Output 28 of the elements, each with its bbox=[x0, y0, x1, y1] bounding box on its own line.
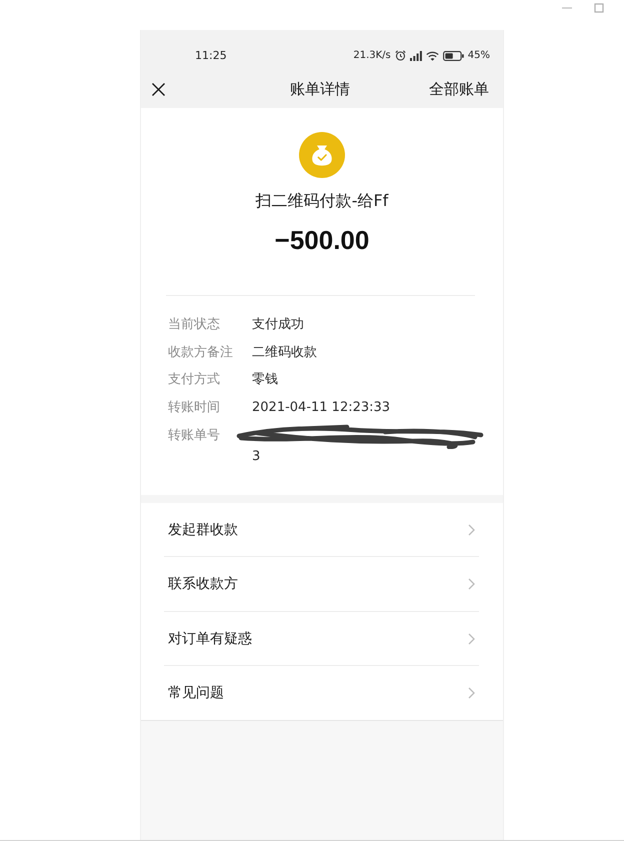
status-time: 11:25 bbox=[195, 49, 227, 62]
alarm-icon bbox=[394, 50, 406, 61]
maximize-icon[interactable] bbox=[594, 3, 604, 13]
detail-label: 当前状态 bbox=[168, 316, 221, 334]
amount: −500.00 bbox=[274, 225, 370, 255]
detail-label: 支付方式 bbox=[168, 371, 221, 390]
network-speed: 21.3K/s bbox=[353, 49, 391, 62]
detail-value: 支付成功 bbox=[252, 316, 304, 334]
detail-value: 3 bbox=[252, 448, 260, 465]
all-bills-button[interactable]: 全部账单 bbox=[429, 80, 489, 98]
transaction-title: 扫二维码付款-给Ff bbox=[256, 191, 388, 211]
money-bag-icon bbox=[299, 132, 345, 178]
wifi-icon bbox=[426, 50, 439, 60]
page-title: 账单详情 bbox=[290, 80, 350, 98]
battery-percent: 45% bbox=[468, 49, 490, 62]
signal-icon bbox=[410, 50, 422, 60]
detail-label: 转账单号 bbox=[168, 426, 221, 445]
detail-label: 转账时间 bbox=[168, 399, 221, 418]
chevron-icon bbox=[468, 632, 475, 645]
battery-icon bbox=[442, 50, 464, 60]
detail-value: 二维码收款 bbox=[252, 344, 317, 362]
chevron-icon bbox=[468, 578, 475, 590]
detail-label: 收款方备注 bbox=[168, 344, 234, 362]
chevron-icon bbox=[468, 524, 475, 536]
close-icon[interactable] bbox=[151, 82, 166, 96]
chevron-icon bbox=[468, 687, 475, 700]
detail-value: 2021-04-11 12:23:33 bbox=[252, 399, 390, 418]
detail-value: 零钱 bbox=[252, 371, 278, 390]
